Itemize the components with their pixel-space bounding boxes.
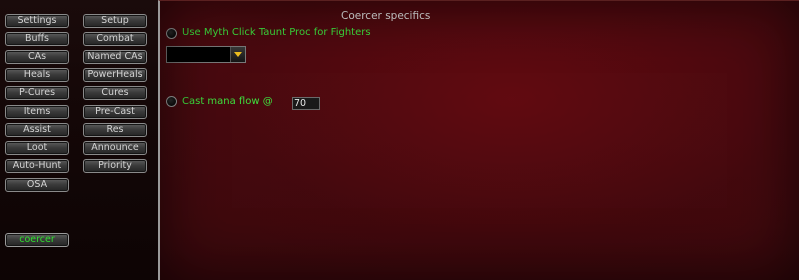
sidebar-item-priority[interactable]: Priority	[83, 159, 147, 173]
sidebar-item-assist[interactable]: Assist	[5, 123, 69, 137]
sidebar-item-powerheals[interactable]: PowerHeals	[83, 68, 147, 82]
sidebar-item-cas[interactable]: CAs	[5, 50, 69, 64]
sidebar-item-setup[interactable]: Setup	[83, 14, 147, 28]
sidebar-item-buffs[interactable]: Buffs	[5, 32, 69, 46]
mana-flow-threshold-input[interactable]	[292, 97, 320, 110]
sidebar-item-osa[interactable]: OSA	[5, 178, 69, 192]
sidebar-item-heals[interactable]: Heals	[5, 68, 69, 82]
taunt-proc-label[interactable]: Use Myth Click Taunt Proc for Fighters	[182, 27, 371, 38]
settings-panel: Coercer specifics Use Myth Click Taunt P…	[158, 0, 799, 280]
profile-button-coercer[interactable]: coercer	[5, 233, 69, 247]
sidebar-item-res[interactable]: Res	[83, 123, 147, 137]
sidebar-item-named-cas[interactable]: Named CAs	[83, 50, 147, 64]
sidebar-item-announce[interactable]: Announce	[83, 141, 147, 155]
taunt-proc-radio[interactable]	[166, 28, 177, 39]
sidebar-item-cures[interactable]: Cures	[83, 86, 147, 100]
sidebar-item-pre-cast[interactable]: Pre-Cast	[83, 105, 147, 119]
sidebar-item-p-cures[interactable]: P-Cures	[5, 86, 69, 100]
mana-flow-radio[interactable]	[166, 96, 177, 107]
dropdown-button[interactable]	[230, 47, 245, 62]
sidebar: Settings Buffs CAs Heals P-Cures Items A…	[0, 0, 158, 280]
sidebar-item-settings[interactable]: Settings	[5, 14, 69, 28]
sidebar-item-combat[interactable]: Combat	[83, 32, 147, 46]
sidebar-item-auto-hunt[interactable]: Auto-Hunt	[5, 159, 69, 173]
fighter-select-dropdown[interactable]	[166, 46, 246, 63]
sidebar-item-loot[interactable]: Loot	[5, 141, 69, 155]
mana-flow-label[interactable]: Cast mana flow @	[182, 96, 273, 107]
window: Settings Buffs CAs Heals P-Cures Items A…	[0, 0, 799, 280]
chevron-down-icon	[234, 52, 242, 57]
panel-title: Coercer specifics	[341, 10, 431, 22]
sidebar-item-items[interactable]: Items	[5, 105, 69, 119]
